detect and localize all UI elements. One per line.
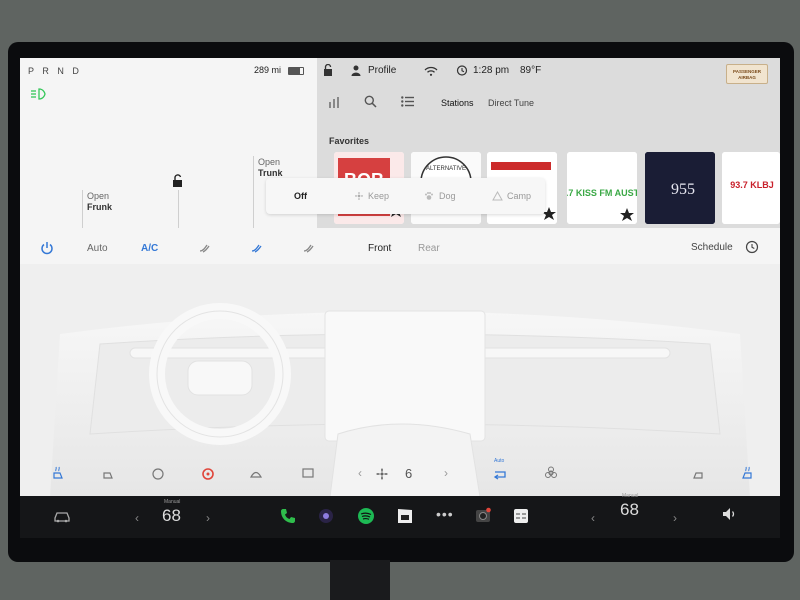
mode-camp[interactable]: Camp	[507, 178, 531, 214]
mode-off[interactable]: Off	[294, 178, 307, 214]
climate-keep-mode-bar: Off Keep Dog Camp	[266, 178, 545, 214]
gear-selector[interactable]: P R N D	[28, 66, 82, 76]
recirculate-auto-label: Auto	[494, 458, 505, 464]
climate-auto-button[interactable]: Auto	[87, 243, 108, 254]
station-tile-klbj[interactable]: 93.7 KLBJ	[722, 152, 780, 224]
mode-dog[interactable]: Dog	[439, 178, 456, 214]
frunk-label[interactable]: Frunk	[87, 202, 112, 212]
driver-temperature[interactable]: 68	[162, 506, 181, 526]
battery-icon	[288, 67, 304, 75]
steering-heat-icon[interactable]	[151, 466, 165, 480]
fan-icon	[354, 191, 364, 201]
station-tile-kissfm[interactable]: 96.7 KISS FM AUSTIN	[567, 152, 637, 224]
profile-icon[interactable]	[351, 65, 361, 76]
station-alt-text: ALTERNATIVE	[426, 166, 466, 172]
list-icon[interactable]	[401, 96, 414, 107]
calendar-icon[interactable]	[512, 507, 530, 525]
passenger-seat-vent-icon[interactable]	[691, 466, 705, 480]
clock-time: 1:28 pm	[473, 65, 510, 76]
cabin-illustration[interactable]	[20, 264, 780, 497]
passenger-temp-decrease[interactable]: ‹	[591, 511, 595, 525]
favorites-heading: Favorites	[329, 136, 370, 146]
driver-temp-increase[interactable]: ›	[206, 511, 210, 525]
fan-decrease-button[interactable]: ‹	[358, 466, 362, 480]
rear-defrost-icon[interactable]	[301, 466, 315, 480]
recirculate-icon[interactable]	[493, 467, 507, 481]
tent-icon	[492, 191, 503, 201]
trunk-label[interactable]: Trunk	[258, 168, 283, 178]
climate-schedule-button[interactable]: Schedule	[691, 242, 733, 253]
front-defrost-icon[interactable]	[249, 466, 263, 480]
paw-icon	[425, 192, 433, 200]
phone-icon[interactable]	[279, 507, 297, 525]
fan-increase-button[interactable]: ›	[444, 466, 448, 480]
unlock-icon[interactable]	[172, 174, 184, 188]
search-icon[interactable]	[364, 95, 377, 108]
airflow-windshield-icon[interactable]	[301, 241, 315, 255]
range-readout: 289 mi	[254, 65, 282, 75]
passenger-seat-heat-icon[interactable]	[740, 466, 754, 480]
airbag-line-2: AIRBAG	[738, 75, 756, 80]
lock-icon[interactable]	[323, 64, 333, 77]
driver-temp-decrease[interactable]: ‹	[135, 511, 139, 525]
airflow-face-icon[interactable]	[197, 241, 211, 255]
trunk-divider	[253, 156, 254, 228]
tab-direct-tune[interactable]: Direct Tune	[488, 98, 534, 108]
clock-icon[interactable]	[745, 240, 759, 254]
equalizer-icon[interactable]	[328, 96, 340, 108]
driver-seat-heat-icon[interactable]	[51, 466, 65, 480]
wifi-icon	[424, 66, 438, 76]
climate-rear-tab[interactable]: Rear	[418, 243, 440, 254]
airflow-feet-icon[interactable]	[249, 241, 263, 255]
mode-keep[interactable]: Keep	[368, 178, 389, 214]
frunk-divider	[82, 190, 83, 228]
fan-speed-value: 6	[405, 466, 413, 481]
frunk-open-label[interactable]: Open	[87, 191, 109, 201]
volume-icon[interactable]	[721, 505, 739, 523]
station-kiss-text: 96.7 KISS FM AUSTIN	[567, 188, 637, 198]
spotify-icon[interactable]	[357, 507, 375, 525]
screen-stand	[330, 560, 390, 600]
fan-speed-icon	[376, 468, 388, 480]
power-icon[interactable]	[40, 241, 54, 255]
driver-temp-mode: Manual	[164, 499, 181, 505]
passenger-temperature[interactable]: 68	[620, 500, 639, 520]
trunk-open-label[interactable]: Open	[258, 157, 280, 167]
car-divider	[178, 190, 179, 228]
car-icon[interactable]	[53, 507, 71, 525]
theater-icon[interactable]	[396, 507, 414, 525]
outside-temperature: 89°F	[520, 65, 542, 76]
profile-label[interactable]: Profile	[368, 65, 396, 76]
more-apps-icon[interactable]: •••	[436, 506, 454, 522]
bioweapon-defense-icon[interactable]	[544, 466, 558, 480]
alarm-clock-icon[interactable]	[456, 64, 468, 76]
climate-front-tab[interactable]: Front	[368, 243, 391, 254]
station-955-text: 955	[671, 181, 695, 198]
station-klbj-text: 93.7 KLBJ	[730, 180, 774, 190]
dashcam-icon[interactable]	[474, 507, 492, 525]
passenger-temp-increase[interactable]: ›	[673, 511, 677, 525]
driver-seat-vent-icon[interactable]	[101, 466, 115, 480]
tab-stations[interactable]: Stations	[441, 98, 474, 108]
headlight-icon[interactable]	[30, 88, 46, 100]
camera-icon[interactable]	[317, 507, 335, 525]
passenger-airbag-indicator: PASSENGER AIRBAG	[726, 64, 768, 84]
heated-steering-icon[interactable]	[201, 466, 215, 480]
touchscreen: P R N D 289 mi Open Frunk Open Trunk Pro…	[20, 58, 780, 538]
station-tile-955[interactable]: 955	[645, 152, 715, 224]
climate-ac-button[interactable]: A/C	[141, 243, 158, 254]
climate-top-bar	[20, 228, 780, 264]
passenger-temp-mode: Manual	[622, 493, 639, 499]
